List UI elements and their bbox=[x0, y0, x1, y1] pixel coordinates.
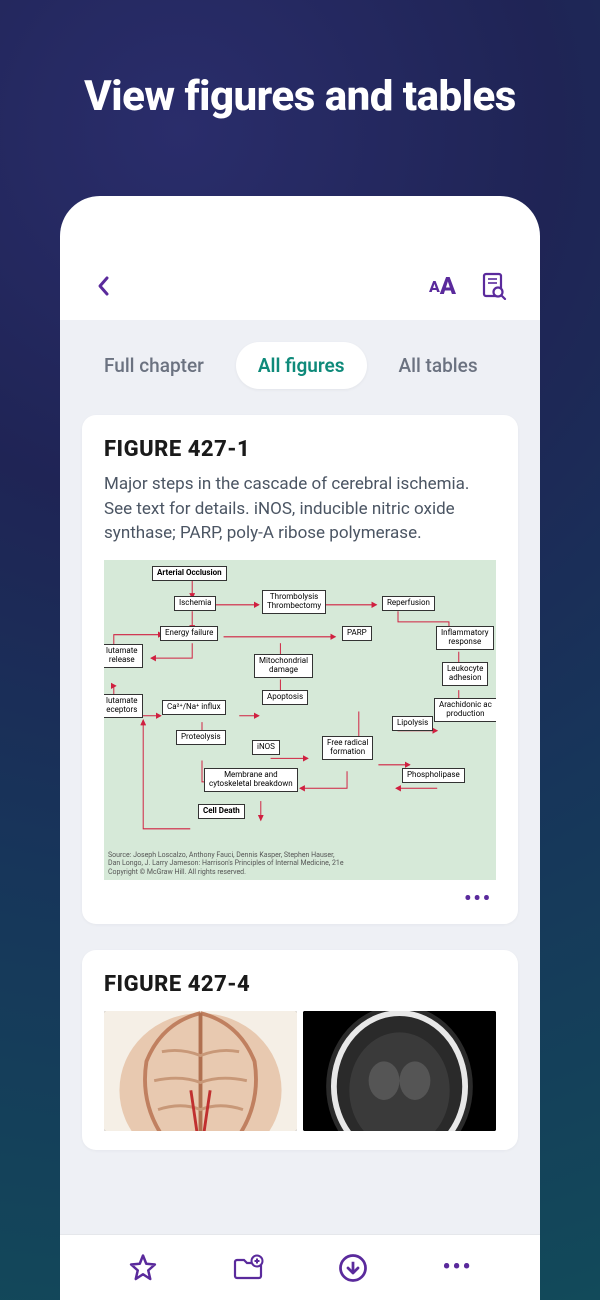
diagram-node: Arachidonic ac production bbox=[434, 698, 496, 722]
content-area: Full chapter All figures All tables FIGU… bbox=[60, 320, 540, 1300]
top-bar: AA bbox=[60, 196, 540, 320]
chevron-left-icon bbox=[96, 274, 112, 298]
diagram-node: Reperfusion bbox=[382, 596, 435, 611]
more-button[interactable]: ••• bbox=[436, 1246, 480, 1290]
folder-add-icon bbox=[232, 1254, 264, 1282]
back-button[interactable] bbox=[88, 270, 120, 302]
diagram-node: Cell Death bbox=[198, 804, 245, 819]
figure-title: FIGURE 427-1 bbox=[104, 437, 496, 462]
diagram-node: Mitochondrial damage bbox=[254, 654, 313, 678]
diagram-node: Inflammatory response bbox=[436, 626, 494, 650]
diagram-node: Phospholipase bbox=[402, 768, 465, 783]
diagram-node: iNOS bbox=[252, 740, 280, 755]
favorite-button[interactable] bbox=[121, 1246, 165, 1290]
figure-caption: Major steps in the cascade of cerebral i… bbox=[104, 472, 496, 546]
star-icon bbox=[128, 1253, 158, 1283]
diagram-node: lutamate release bbox=[104, 644, 143, 668]
diagram-node: Energy failure bbox=[160, 626, 218, 641]
tab-all-figures[interactable]: All figures bbox=[236, 342, 367, 389]
diagram-node: Thrombolysis Thrombectomy bbox=[262, 590, 326, 614]
download-button[interactable] bbox=[331, 1246, 375, 1290]
search-page-button[interactable] bbox=[476, 270, 512, 302]
phone-frame: AA Full chapter All figures All tables bbox=[60, 196, 540, 1300]
figure-more-button[interactable]: ••• bbox=[104, 880, 496, 914]
diagram-node: Ca²⁺/Na⁺ influx bbox=[162, 700, 226, 715]
bottom-bar: ••• bbox=[60, 1234, 540, 1300]
diagram-node: Arterial Occlusion bbox=[152, 566, 227, 581]
hero-title: View figures and tables bbox=[0, 0, 600, 121]
diagram-node: Apoptosis bbox=[262, 690, 308, 705]
figure-image-brain[interactable] bbox=[104, 1011, 297, 1131]
diagram-node: Lipolysis bbox=[392, 716, 433, 731]
add-to-folder-button[interactable] bbox=[226, 1246, 270, 1290]
figure-title: FIGURE 427-4 bbox=[104, 972, 496, 997]
diagram-node: PARP bbox=[342, 626, 372, 641]
tab-all-tables[interactable]: All tables bbox=[377, 342, 500, 389]
text-size-button[interactable]: AA bbox=[420, 270, 464, 302]
diagram-node: Leukocyte adhesion bbox=[442, 662, 488, 686]
figure-card: FIGURE 427-1 Major steps in the cascade … bbox=[82, 415, 518, 924]
diagram-node: Ischemia bbox=[174, 596, 216, 611]
figure-diagram[interactable]: Arterial Occlusion Ischemia Thrombolysis… bbox=[104, 560, 496, 880]
figure-source: Source: Joseph Loscalzo, Anthony Fauci, … bbox=[108, 851, 492, 876]
diagram-node: lutamate eceptors bbox=[104, 694, 143, 718]
figure-image-ct-scan[interactable] bbox=[303, 1011, 496, 1131]
diagram-node: Proteolysis bbox=[176, 730, 226, 745]
tabs: Full chapter All figures All tables bbox=[60, 320, 540, 389]
diagram-node: Membrane and cytoskeletal breakdown bbox=[204, 768, 298, 792]
text-size-icon: A bbox=[429, 277, 439, 296]
figure-card: FIGURE 427-4 bbox=[82, 950, 518, 1150]
diagram-node: Free radical formation bbox=[322, 736, 373, 760]
download-icon bbox=[338, 1253, 368, 1283]
tab-full-chapter[interactable]: Full chapter bbox=[82, 342, 226, 389]
page-search-icon bbox=[481, 272, 507, 300]
